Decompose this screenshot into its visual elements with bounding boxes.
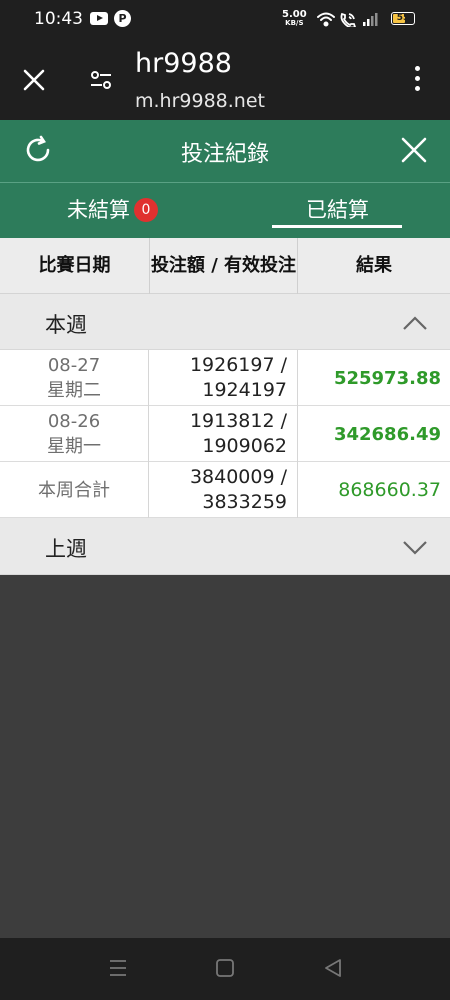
modal-header: 投注紀錄 <box>0 120 450 182</box>
section-this-week[interactable]: 本週 <box>0 294 450 350</box>
row-valid: 1924197 <box>202 379 287 401</box>
header-match-date: 比賽日期 <box>38 255 111 276</box>
row-valid: 1909062 <box>202 435 287 457</box>
close-icon[interactable] <box>20 66 48 94</box>
section-last-week[interactable]: 上週 <box>0 518 450 575</box>
row-date-cell: 08-26 星期一 <box>0 406 149 462</box>
chevron-up-icon[interactable] <box>402 312 428 336</box>
youtube-icon <box>90 12 108 25</box>
chevron-down-icon[interactable] <box>402 536 428 560</box>
tab-bar: 未結算 0 已結算 <box>0 182 450 238</box>
system-nav-bar <box>0 938 450 1000</box>
tab-unsettled[interactable]: 未結算 0 <box>0 183 225 239</box>
tab-settled-label: 已結算 <box>306 198 369 222</box>
table-row[interactable]: 08-26 星期一 1913812 / 1909062 342686.49 <box>0 406 450 462</box>
battery-icon: 55 <box>391 12 415 25</box>
total-row: 本周合計 3840009 / 3833259 868660.37 <box>0 462 450 518</box>
home-nav-icon[interactable] <box>215 958 235 982</box>
table-row[interactable]: 08-27 星期二 1926197 / 1924197 525973.88 <box>0 350 450 406</box>
wifi-call-icon <box>340 12 357 29</box>
close-modal-icon[interactable] <box>400 136 428 168</box>
menu-nav-icon[interactable] <box>108 958 128 982</box>
site-url[interactable]: m.hr9988.net <box>135 90 265 112</box>
header-stake-valid: 投注額 / 有效投注 <box>149 238 298 294</box>
network-speed-value: 5.00 <box>282 9 307 20</box>
section-this-week-label: 本週 <box>45 313 87 337</box>
unsettled-count-badge: 0 <box>134 198 158 222</box>
wifi-icon <box>317 12 335 27</box>
section-last-week-label: 上週 <box>45 537 87 561</box>
row-stake: 1913812 / <box>189 410 287 432</box>
battery-level: 55 <box>396 13 410 23</box>
row-result: 525973.88 <box>333 367 441 389</box>
table-header: 比賽日期 投注額 / 有效投注 結果 <box>0 238 450 294</box>
browser-toolbar: hr9988 m.hr9988.net <box>0 40 450 120</box>
total-result: 868660.37 <box>338 479 441 501</box>
row-stake-cell: 1926197 / 1924197 <box>149 350 298 406</box>
network-speed: 5.00 KB/S <box>282 10 307 28</box>
tab-settled[interactable]: 已結算 <box>225 183 450 239</box>
row-weekday: 星期二 <box>47 380 101 401</box>
row-stake-cell: 1913812 / 1909062 <box>149 406 298 462</box>
network-speed-unit: KB/S <box>285 19 304 27</box>
row-stake: 1926197 / <box>189 354 287 376</box>
status-time: 10:43 <box>34 9 83 29</box>
signal-icon <box>363 13 378 26</box>
modal-title: 投注紀錄 <box>180 142 269 167</box>
header-result: 結果 <box>356 255 392 276</box>
back-nav-icon[interactable] <box>323 958 343 982</box>
site-title: hr9988 <box>135 48 232 79</box>
p-app-icon: P <box>114 10 131 27</box>
status-icons <box>316 11 386 31</box>
more-vert-icon[interactable] <box>412 66 422 94</box>
tab-unsettled-label: 未結算 <box>67 198 130 222</box>
active-tab-indicator <box>272 225 402 228</box>
row-date-cell: 08-27 星期二 <box>0 350 149 406</box>
status-bar: 10:43 P 5.00 KB/S 55 <box>0 0 450 40</box>
row-date: 08-27 <box>47 355 101 376</box>
site-settings-icon[interactable] <box>89 68 113 96</box>
row-date: 08-26 <box>47 411 101 432</box>
total-stake: 3840009 / <box>189 466 287 488</box>
row-result: 342686.49 <box>333 423 441 445</box>
total-label: 本周合計 <box>0 462 149 518</box>
total-stake-cell: 3840009 / 3833259 <box>149 462 298 518</box>
row-weekday: 星期一 <box>47 436 101 457</box>
total-valid: 3833259 <box>202 491 287 513</box>
